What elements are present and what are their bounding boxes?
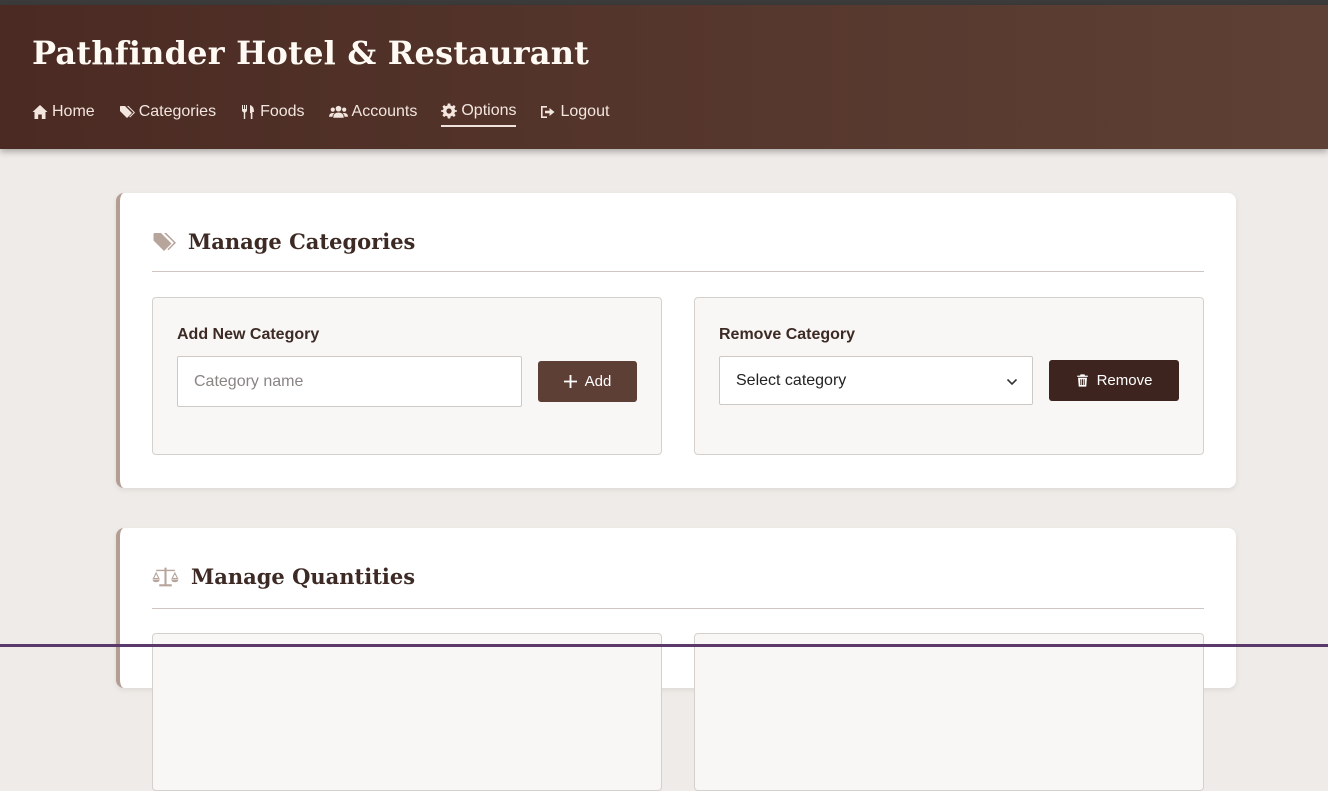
category-select-value: Select category [736,371,847,389]
remove-button-label: Remove [1096,372,1153,389]
category-select[interactable]: Select category [719,356,1033,405]
scale-icon [152,567,179,586]
manage-quantities-title-text: Manage Quantities [191,564,416,589]
gear-icon [441,103,458,119]
nav-item-accounts[interactable]: Accounts [328,99,418,127]
manage-quantities-title: Manage Quantities [152,564,415,589]
utensils-icon [242,105,255,119]
tags-icon [119,106,135,118]
users-icon [328,105,348,118]
section-divider [152,271,1204,272]
nav-label-options: Options [461,102,517,119]
remove-category-panel: Remove Category Select category Remove [694,297,1204,455]
category-name-input[interactable] [177,356,522,407]
logout-icon [541,106,555,118]
quantities-panel-left [152,633,662,791]
manage-categories-card: Manage Categories Add New Category Add R… [116,193,1236,488]
main-nav: Home Categories Foods Accounts Options L… [32,99,633,131]
home-icon [32,105,48,119]
remove-category-label: Remove Category [719,326,856,343]
manage-quantities-card: Manage Quantities [116,528,1236,791]
add-category-label: Add New Category [177,326,320,343]
nav-item-categories[interactable]: Categories [119,99,216,127]
chevron-down-icon [1006,378,1018,386]
add-category-panel: Add New Category Add [152,297,662,455]
nav-label-accounts: Accounts [351,103,418,120]
remove-category-button[interactable]: Remove [1049,360,1179,401]
manage-categories-title: Manage Categories [152,229,415,254]
add-button-label: Add [584,373,612,390]
nav-label-foods: Foods [260,103,305,120]
nav-item-foods[interactable]: Foods [240,99,305,127]
nav-item-options[interactable]: Options [441,99,517,127]
nav-label-logout: Logout [560,103,610,120]
nav-item-home[interactable]: Home [32,99,95,127]
site-title: Pathfinder Hotel & Restaurant [32,34,590,72]
manage-categories-title-text: Manage Categories [188,229,416,254]
add-category-button[interactable]: Add [538,361,637,402]
section-divider [152,608,1204,609]
quantities-panel-right [694,633,1204,791]
plus-icon [563,375,577,388]
trash-icon [1076,374,1088,387]
nav-label-home: Home [52,103,95,120]
nav-label-categories: Categories [138,103,217,120]
nav-item-logout[interactable]: Logout [540,99,609,127]
site-header: Pathfinder Hotel & Restaurant Home Categ… [0,5,1328,149]
tags-icon [153,232,176,251]
